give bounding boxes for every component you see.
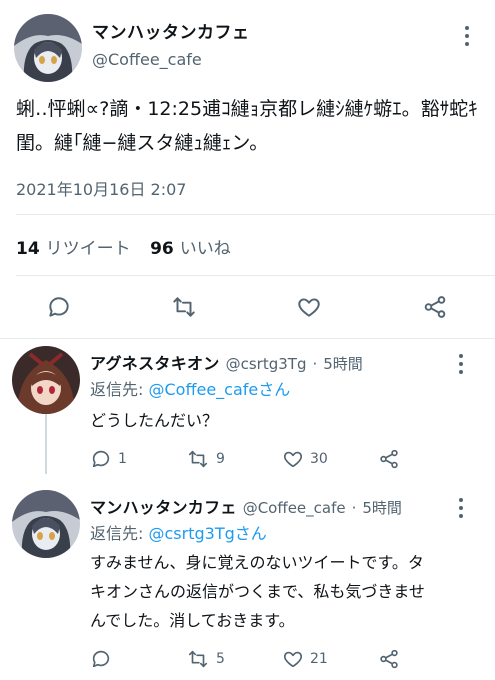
like-count[interactable]: 96 (150, 239, 174, 259)
retweet-count[interactable]: 14 (16, 239, 40, 259)
reply-to-line: 返信先: @csrtg3Tgさん (90, 520, 267, 544)
reply-icon (92, 450, 110, 468)
reply-author-handle[interactable]: @Coffee_cafe (243, 499, 346, 517)
retweet-count: 5 (216, 651, 225, 667)
like-icon (283, 451, 303, 468)
reply-text: すみません、身に覚えのないツイートです。タ キオンさんの返信がつくまで、私も気づ… (90, 548, 485, 635)
divider (0, 338, 495, 339)
retweet-button[interactable]: 5 (186, 648, 225, 670)
reply-button[interactable] (90, 648, 118, 670)
share-button[interactable] (378, 448, 400, 470)
reply-text-line: んでした。消しておきます。 (90, 611, 295, 630)
like-icon (283, 651, 303, 668)
engagement-stats: 14 リツイート 96 いいね (16, 234, 245, 259)
reply-avatar[interactable] (12, 346, 80, 414)
reply-tweet[interactable]: マンハッタンカフェ @Coffee_cafe · 5時間 返信先: @csrtg3Tg… (0, 482, 495, 680)
reply-avatar[interactable] (12, 490, 80, 558)
share-icon (424, 296, 446, 318)
retweet-label[interactable]: リツイート (46, 239, 131, 259)
more-icon[interactable] (458, 498, 464, 522)
divider (16, 214, 495, 215)
reply-author-name[interactable]: マンハッタンカフェ (90, 498, 237, 517)
retweet-count: 9 (216, 451, 225, 467)
reply-text: どうしたんだい？ (90, 411, 219, 430)
share-button[interactable] (422, 294, 448, 320)
reply-tweet[interactable]: アグネスタキオン @csrtg3Tg · 5時間 返信先: @Coffee_cafeさ… (0, 340, 495, 490)
like-icon (298, 298, 320, 317)
reply-author-handle[interactable]: @csrtg3Tg (226, 355, 307, 373)
retweet-button[interactable] (170, 294, 198, 320)
author-name[interactable]: マンハッタンカフェ (92, 18, 250, 43)
retweet-icon (188, 650, 208, 668)
main-tweet: マンハッタンカフェ @Coffee_cafe 蜊‥怦蜊∝?謫・12:25逋ｺ縺ｮ… (0, 0, 495, 340)
reply-button[interactable]: 1 (90, 448, 127, 470)
reply-text-line: キオンさんの返信がつくまで、私も気づきませ (90, 582, 425, 601)
reply-count: 1 (118, 451, 127, 467)
tweet-timestamp[interactable]: 2021年10月16日 2:07 (16, 176, 186, 200)
meta-separator: · (312, 355, 318, 373)
meta-separator: · (351, 499, 357, 517)
tweet-actions (0, 282, 495, 330)
like-count: 21 (310, 651, 328, 667)
retweet-icon (188, 450, 208, 468)
like-count: 30 (310, 451, 328, 467)
author-handle[interactable]: @Coffee_cafe (92, 50, 202, 69)
reply-to-label: 返信先: (90, 380, 144, 399)
like-button[interactable]: 30 (282, 448, 328, 470)
retweet-icon (173, 297, 195, 317)
reply-text-line: すみません、身に覚えのないツイートです。タ (90, 553, 424, 572)
reply-button[interactable] (46, 294, 72, 320)
reply-to-label: 返信先: (90, 524, 144, 543)
reply-header: アグネスタキオン @csrtg3Tg · 5時間 (90, 350, 363, 374)
tweet-text: 蜊‥怦蜊∝?謫・12:25逋ｺ縺ｮ京都レ縺ｼ縺ｹ蝣ｴ。豁ｻ蛇ｷ閨。縺｢縺−縺スタ… (16, 98, 478, 154)
reply-to-mention[interactable]: @csrtg3Tgさん (149, 524, 267, 543)
reply-time[interactable]: 5時間 (323, 355, 363, 373)
like-button[interactable]: 21 (282, 648, 328, 670)
share-icon (380, 449, 398, 469)
like-label[interactable]: いいね (180, 239, 231, 259)
retweet-button[interactable]: 9 (186, 448, 225, 470)
reply-to-mention[interactable]: @Coffee_cafeさん (149, 380, 291, 399)
more-icon[interactable] (464, 26, 470, 50)
reply-author-name[interactable]: アグネスタキオン (90, 354, 220, 373)
reply-time[interactable]: 5時間 (362, 499, 402, 517)
share-button[interactable] (378, 648, 400, 670)
reply-icon (92, 650, 110, 668)
reply-to-line: 返信先: @Coffee_cafeさん (90, 376, 290, 400)
divider (16, 275, 495, 276)
more-icon[interactable] (458, 354, 464, 378)
author-avatar[interactable] (14, 14, 82, 82)
reply-icon (49, 297, 69, 317)
like-button[interactable] (296, 294, 322, 320)
share-icon (380, 649, 398, 669)
reply-header: マンハッタンカフェ @Coffee_cafe · 5時間 (90, 494, 402, 518)
